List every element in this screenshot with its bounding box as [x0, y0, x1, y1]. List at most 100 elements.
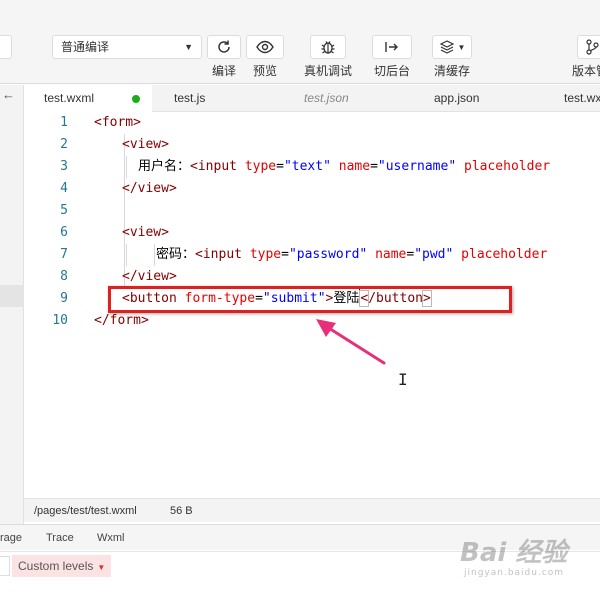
line-number: 2 — [60, 137, 68, 152]
code-line: </view> — [122, 178, 177, 200]
code-token: name — [338, 159, 371, 174]
line-number: 10 — [52, 313, 68, 328]
tab-test-json[interactable]: test.json — [268, 85, 398, 112]
chevron-down-icon: ▼ — [97, 563, 106, 572]
code-token: "password" — [288, 247, 368, 262]
code-token: type — [244, 159, 277, 174]
code-token: > — [161, 225, 169, 240]
line-number: 4 — [60, 181, 68, 196]
clear-cache-label: 清缓存 — [433, 64, 471, 78]
code-token: < — [94, 115, 102, 130]
indent-guide — [126, 156, 127, 178]
compile-mode-select[interactable]: 普通编译 ▼ — [52, 35, 202, 59]
indent-guide — [126, 244, 127, 266]
preview-label: 预览 — [252, 64, 278, 78]
chevron-down-icon: ▼ — [457, 42, 466, 52]
compile-label: 编译 — [211, 64, 237, 78]
code-line: </view> — [122, 266, 177, 288]
code-token: < — [122, 225, 130, 240]
code-token: = — [281, 247, 289, 262]
code-token: < — [122, 291, 130, 306]
code-line: 密码：<input type="password" name="pwd" pla… — [156, 244, 547, 266]
refresh-icon — [218, 40, 230, 53]
code-token: </ — [122, 181, 138, 196]
branch-icon — [586, 39, 599, 55]
code-token: > — [140, 313, 149, 328]
line-number: 3 — [60, 159, 68, 174]
code-token: form — [101, 115, 134, 130]
code-token: name — [375, 247, 407, 262]
code-token: button — [376, 291, 423, 306]
code-token: type — [249, 247, 282, 262]
code-token: form — [109, 313, 141, 328]
code-token: "username" — [377, 159, 457, 174]
compile-button[interactable] — [207, 35, 241, 59]
tab-test-js[interactable]: test.js — [152, 85, 268, 112]
collapse-arrow-icon[interactable]: ← — [2, 87, 15, 102]
tab-trace[interactable]: Trace — [46, 525, 74, 551]
console-filter-input[interactable] — [0, 556, 10, 576]
code-line: <form> — [94, 112, 141, 134]
status-bar: /pages/test/test.wxml 56 B — [24, 498, 600, 522]
unsaved-dot-icon — [132, 95, 140, 103]
clear-cache-button[interactable]: ▼ — [432, 35, 472, 59]
switch-background-button[interactable] — [372, 35, 412, 59]
tab-storage[interactable]: rage — [0, 525, 22, 551]
tab-app-json[interactable]: app.json — [398, 85, 528, 112]
code-token: "submit" — [262, 291, 326, 306]
switch-background-icon — [385, 42, 398, 52]
layers-icon — [439, 40, 454, 54]
line-number: 8 — [60, 269, 68, 284]
remote-debug-label: 真机调试 — [303, 64, 353, 78]
code-token: < — [195, 247, 203, 262]
watermark-url: jingyan.baidu.com — [464, 568, 565, 578]
log-levels-dropdown[interactable]: Custom levels ▼ — [12, 555, 112, 577]
code-editor[interactable]: 1 <form> 2 <view> 3 用户名：<input type="text" na… — [24, 112, 600, 496]
code-line: <view> — [122, 134, 169, 156]
code-token: "pwd" — [414, 247, 454, 262]
switch-background-label: 切后台 — [373, 64, 411, 78]
line-number: 9 — [60, 291, 68, 306]
text-cursor-ibeam-icon: I — [398, 370, 408, 389]
log-levels-label: Custom levels — [18, 559, 94, 573]
chevron-down-icon: ▼ — [184, 42, 193, 52]
tab-label: test.js — [174, 91, 206, 105]
line-number: 5 — [60, 203, 68, 218]
file-path: /pages/test/test.wxml — [34, 505, 137, 517]
tab-test-wxml[interactable]: test.wxml — [24, 85, 152, 113]
code-token: > — [422, 290, 432, 307]
code-token: > — [161, 137, 169, 152]
annotation-arrow-icon — [316, 319, 386, 365]
code-token: placeholder — [461, 247, 548, 262]
line-number: 1 — [60, 115, 68, 130]
toolbar-left-control[interactable] — [0, 35, 12, 59]
version-control-button[interactable] — [577, 35, 600, 59]
code-token: button — [129, 291, 177, 306]
file-size: 56 B — [170, 505, 193, 517]
code-line: </form> — [94, 310, 149, 332]
code-token: 登陆 — [333, 291, 360, 306]
indent-guide — [124, 134, 125, 288]
remote-debug-button[interactable] — [310, 35, 346, 59]
code-token: form-type — [184, 291, 256, 306]
baidu-jingyan-watermark: Bai 经验 jingyan.baidu.com — [460, 528, 570, 584]
compile-mode-value: 普通编译 — [61, 40, 110, 54]
code-line: 用户名：<input type="text" name="username" p… — [138, 156, 550, 178]
code-token: > — [168, 181, 177, 196]
file-tree-selected-row[interactable] — [0, 285, 24, 307]
editor-tabs: test.wxml test.js test.json app.json tes… — [24, 85, 600, 113]
code-token: = — [276, 159, 284, 174]
preview-button[interactable] — [246, 35, 284, 59]
code-token: view — [137, 269, 169, 284]
tab-wxml[interactable]: Wxml — [97, 525, 125, 551]
tab-test-wxss[interactable]: test.wx — [528, 85, 600, 112]
code-token: = — [255, 291, 263, 306]
code-token: < — [190, 159, 198, 174]
code-token: view — [137, 181, 169, 196]
